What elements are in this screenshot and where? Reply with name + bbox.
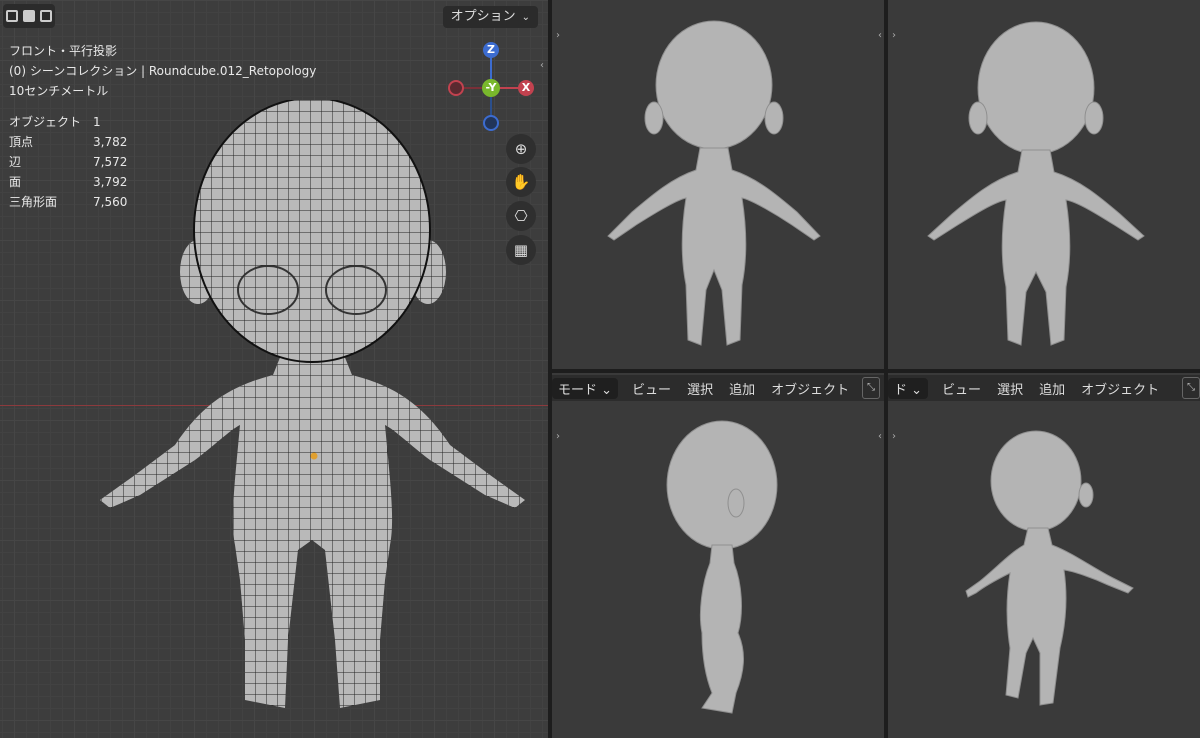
view-name: フロント・平行投影	[9, 44, 118, 58]
negative-z-icon[interactable]	[483, 115, 499, 131]
select-mode-buttons[interactable]	[3, 4, 55, 28]
collection-label: (0) シーンコレクション | Roundcube.012_Retopology	[9, 64, 317, 78]
negative-x-icon[interactable]	[448, 80, 464, 96]
wireframe-model[interactable]	[90, 100, 540, 715]
main-viewport[interactable]: オプション ⌄ フロント・平行投影 (0) シーンコレクション | Roundcu…	[0, 0, 548, 738]
grid-scale: 10センチメートル	[9, 84, 109, 98]
transform-gizmo-icon[interactable]: ⤡	[862, 377, 880, 399]
z-axis-icon[interactable]: Z	[483, 42, 499, 58]
grid-view-icon[interactable]: ▦	[506, 235, 536, 265]
viewport-perspective[interactable]: ド ⌄ ビュー 選択 追加 オブジェクト ›	[888, 373, 1200, 738]
model-perspective-view	[965, 430, 1134, 706]
navigation-gizmo[interactable]: Z X -Y	[440, 38, 540, 138]
model-side-view	[666, 420, 778, 714]
chevron-left-icon[interactable]: ‹	[536, 58, 548, 74]
viewport-back[interactable]: ›	[888, 0, 1200, 369]
model-front-view	[607, 20, 821, 346]
pan-hand-icon[interactable]: ✋	[506, 167, 536, 197]
select-extend-icon[interactable]	[22, 10, 35, 22]
options-dropdown[interactable]: オプション ⌄	[442, 6, 538, 28]
select-box-icon[interactable]	[5, 10, 18, 22]
select-subtract-icon[interactable]	[40, 10, 53, 22]
transform-gizmo-icon[interactable]: ⤡	[1182, 377, 1200, 399]
camera-icon[interactable]: ⎔	[506, 201, 536, 231]
viewport-side[interactable]: モード ⌄ ビュー 選択 追加 オブジェクト › ‹	[552, 373, 884, 738]
viewport-front[interactable]: › ‹	[552, 0, 884, 369]
y-axis-icon[interactable]: -Y	[482, 79, 500, 97]
x-axis-icon[interactable]: X	[518, 80, 534, 96]
chevron-down-icon: ⌄	[521, 12, 530, 23]
zoom-icon[interactable]: ⊕	[506, 134, 536, 164]
model-back-view	[927, 21, 1145, 346]
